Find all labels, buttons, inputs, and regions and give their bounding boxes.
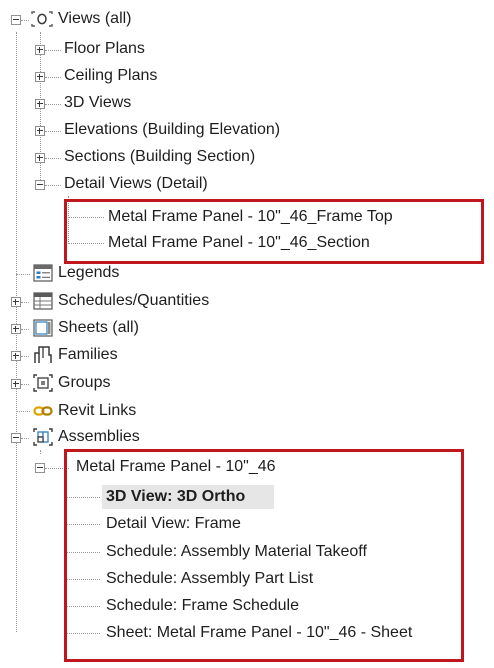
- tree-node-ceiling-plans[interactable]: Ceiling Plans: [0, 63, 300, 89]
- tree-node-3d-views[interactable]: 3D Views: [0, 90, 300, 116]
- tree-node-sheets[interactable]: Sheets (all): [0, 315, 300, 341]
- expand-toggle[interactable]: [11, 379, 21, 389]
- tree-label: Views (all): [58, 10, 132, 27]
- views-icon: [31, 11, 53, 27]
- tree-label: Groups: [58, 374, 111, 391]
- tree-line: [21, 384, 29, 385]
- tree-line: [45, 104, 61, 105]
- expand-toggle[interactable]: [35, 126, 45, 136]
- assemblies-icon: [33, 428, 53, 446]
- tree-line: [21, 329, 29, 330]
- expand-toggle[interactable]: [11, 297, 21, 307]
- tree-line: [45, 77, 61, 78]
- tree-label: Ceiling Plans: [64, 67, 158, 84]
- collapse-toggle[interactable]: [11, 15, 21, 25]
- tree-line: [21, 302, 29, 303]
- tree-line: [45, 131, 61, 132]
- tree-node-legends[interactable]: Legends: [0, 260, 300, 286]
- tree-line: [21, 438, 29, 439]
- tree-line: [45, 50, 61, 51]
- tree-node-revit-links[interactable]: Revit Links: [0, 398, 300, 424]
- expand-toggle[interactable]: [35, 72, 45, 82]
- tree-node-views-all[interactable]: Views (all): [0, 6, 300, 32]
- tree-label: Sections (Building Section): [64, 148, 256, 165]
- tree-node-schedules[interactable]: Schedules/Quantities: [0, 288, 300, 314]
- tree-line: [45, 185, 61, 186]
- tree-label: Sheets (all): [58, 319, 139, 336]
- expand-toggle[interactable]: [35, 45, 45, 55]
- tree-label: Families: [58, 346, 118, 363]
- families-icon: [34, 346, 52, 363]
- expand-toggle[interactable]: [35, 153, 45, 163]
- tree-label: Detail Views (Detail): [64, 175, 208, 192]
- tree-node-assemblies[interactable]: Assemblies: [0, 424, 300, 450]
- legends-icon: [33, 264, 53, 282]
- tree-node-floor-plans[interactable]: Floor Plans: [0, 36, 300, 62]
- expand-toggle[interactable]: [11, 351, 21, 361]
- sheets-icon: [33, 319, 53, 337]
- tree-node-detail-views[interactable]: Detail Views (Detail): [0, 171, 300, 197]
- tree-line: [21, 356, 29, 357]
- tree-node-groups[interactable]: Groups: [0, 370, 300, 396]
- expand-toggle[interactable]: [11, 324, 21, 334]
- schedules-icon: [33, 292, 53, 310]
- tree-label: 3D Views: [64, 94, 132, 111]
- tree-node-sections[interactable]: Sections (Building Section): [0, 144, 300, 170]
- tree-label: Revit Links: [58, 402, 137, 419]
- collapse-toggle[interactable]: [35, 180, 45, 190]
- tree-node-families[interactable]: Families: [0, 342, 300, 368]
- groups-icon: [33, 374, 53, 392]
- tree-label: Floor Plans: [64, 40, 145, 57]
- detail-views-highlight-box: [64, 199, 484, 264]
- tree-label: Elevations (Building Elevation): [64, 121, 281, 138]
- collapse-toggle[interactable]: [11, 433, 21, 443]
- assembly-highlight-box: [64, 449, 464, 662]
- expand-toggle[interactable]: [35, 99, 45, 109]
- tree-label: Assemblies: [58, 428, 140, 445]
- tree-line: [45, 158, 61, 159]
- link-icon: [33, 406, 53, 416]
- collapse-toggle[interactable]: [35, 463, 45, 473]
- tree-label: Legends: [58, 264, 120, 281]
- tree-node-elevations[interactable]: Elevations (Building Elevation): [0, 117, 300, 143]
- tree-label: Schedules/Quantities: [58, 292, 210, 309]
- tree-line: [21, 20, 29, 21]
